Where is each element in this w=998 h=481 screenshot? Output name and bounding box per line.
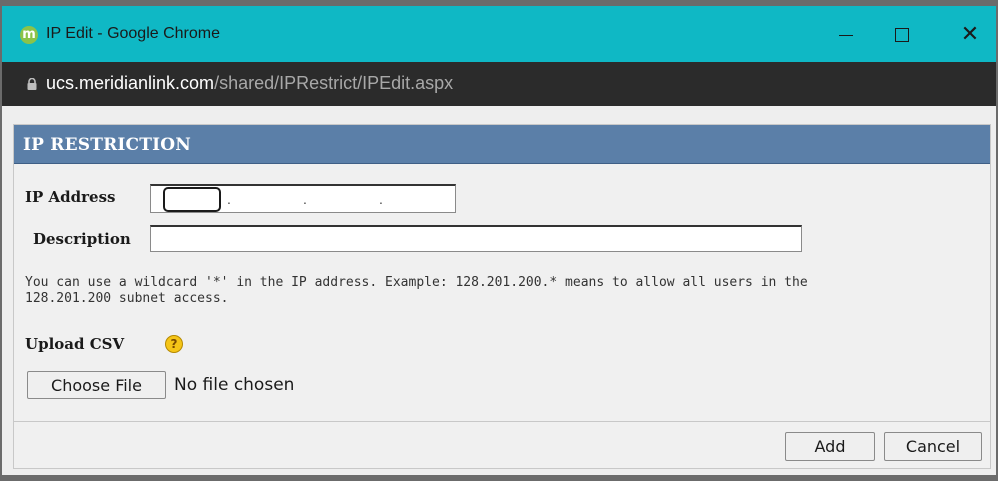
- panel-header: IP RESTRICTION: [14, 125, 990, 164]
- ip-address-field[interactable]: . . .: [150, 184, 456, 213]
- description-input[interactable]: [150, 225, 802, 252]
- title-bar: m IP Edit - Google Chrome ✕: [2, 6, 996, 62]
- add-button[interactable]: Add: [785, 432, 875, 461]
- url-text[interactable]: ucs.meridianlink.com/shared/IPRestrict/I…: [46, 73, 453, 94]
- ip-separator: .: [303, 191, 307, 207]
- divider: [14, 421, 990, 422]
- help-icon[interactable]: ?: [165, 335, 183, 353]
- no-file-chosen-text: No file chosen: [174, 375, 295, 395]
- window-title: IP Edit - Google Chrome: [46, 25, 221, 42]
- wildcard-hint: You can use a wildcard '*' in the IP add…: [25, 275, 925, 307]
- cancel-button[interactable]: Cancel: [884, 432, 982, 461]
- address-bar[interactable]: ucs.meridianlink.com/shared/IPRestrict/I…: [2, 62, 996, 106]
- hint-line-1: You can use a wildcard '*' in the IP add…: [25, 275, 808, 290]
- browser-window: m IP Edit - Google Chrome ✕ ucs.meridian…: [2, 6, 996, 475]
- close-button[interactable]: ✕: [950, 20, 990, 48]
- close-icon: ✕: [960, 21, 980, 46]
- ip-octet-2[interactable]: [237, 188, 287, 210]
- page-content: IP RESTRICTION IP Address . . . Descript…: [2, 106, 996, 475]
- ip-restriction-panel: IP RESTRICTION IP Address . . . Descript…: [13, 124, 991, 469]
- hint-line-2: 128.201.200 subnet access.: [25, 291, 229, 306]
- upload-csv-label: Upload CSV: [25, 335, 125, 353]
- minimize-icon: [839, 34, 853, 36]
- ip-octet-1[interactable]: [163, 187, 221, 212]
- panel-title: IP RESTRICTION: [23, 135, 192, 155]
- ip-octet-3[interactable]: [313, 188, 363, 210]
- ip-octet-4[interactable]: [389, 188, 439, 210]
- maximize-button[interactable]: [882, 20, 922, 48]
- minimize-button[interactable]: [826, 20, 866, 48]
- meridianlink-app-icon: m: [20, 26, 38, 44]
- ip-separator: .: [379, 191, 383, 207]
- choose-file-button[interactable]: Choose File: [27, 371, 166, 399]
- url-path: /shared/IPRestrict/IPEdit.aspx: [214, 73, 454, 93]
- lock-icon: [27, 78, 37, 90]
- ip-separator: .: [227, 191, 231, 207]
- ip-address-label: IP Address: [25, 188, 116, 206]
- url-domain: ucs.meridianlink.com: [46, 73, 215, 93]
- description-label: Description: [33, 230, 131, 248]
- maximize-icon: [895, 28, 909, 43]
